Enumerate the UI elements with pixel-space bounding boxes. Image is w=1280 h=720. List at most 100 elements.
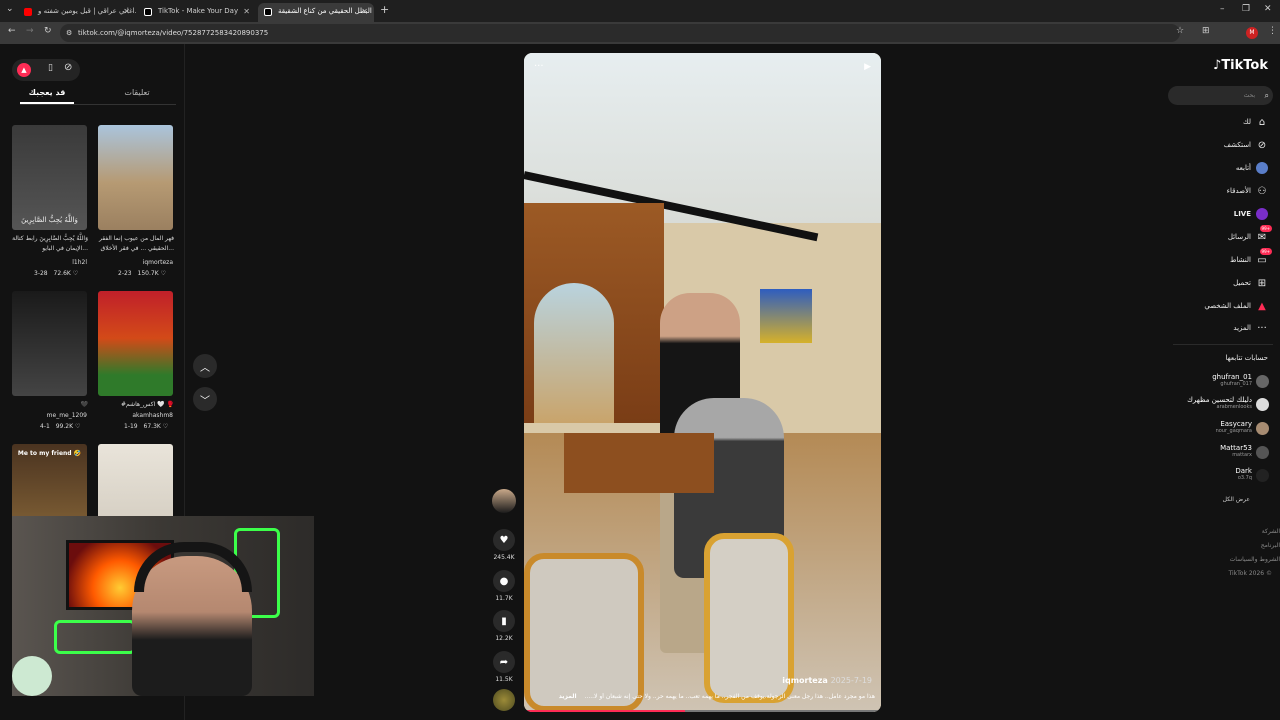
followed-account[interactable]: دليلك لتحسين مظهرك arabmenlooks bbox=[1187, 396, 1269, 411]
comment-action[interactable]: ● 11.7K bbox=[492, 570, 516, 602]
minimize-icon[interactable]: – bbox=[1220, 4, 1225, 14]
video-author[interactable]: akamhashm8 bbox=[128, 412, 173, 419]
account-handle: o3.7q bbox=[1237, 475, 1252, 481]
footer-link[interactable]: الشروط والسياسات bbox=[1230, 556, 1280, 563]
profile-avatar-icon[interactable]: M bbox=[1246, 27, 1258, 39]
nav-friends[interactable]: الأصدقاء ⚇ bbox=[1227, 185, 1268, 197]
url-text: tiktok.com/@iqmorteza/video/752877258342… bbox=[78, 29, 269, 37]
webcam-microphone bbox=[12, 656, 52, 696]
video-thumbnail[interactable]: وَاللَّهُ يُحِبُّ الصَّابِرِينَ bbox=[12, 125, 87, 230]
music-disc[interactable] bbox=[492, 689, 516, 714]
search-icon[interactable]: ⌕ bbox=[1265, 86, 1269, 105]
footer-link[interactable]: الشركة bbox=[1262, 528, 1280, 535]
avatar bbox=[1256, 398, 1269, 411]
share-count: 11.5K bbox=[495, 676, 513, 683]
search-input[interactable]: ⌕ بحث bbox=[1168, 86, 1273, 105]
caption-more-link[interactable]: المزيد bbox=[559, 693, 577, 700]
tiktok-logo[interactable]: ♪TikTok bbox=[1213, 58, 1268, 73]
previous-video-button[interactable]: ︿ bbox=[193, 354, 217, 378]
avatar bbox=[1256, 375, 1269, 388]
video-date: 2025-7-19 bbox=[830, 676, 872, 685]
top-controls: ▲ ▯ ⊘ bbox=[12, 59, 80, 81]
back-icon[interactable]: ← bbox=[8, 26, 16, 36]
restore-icon[interactable]: ❐ bbox=[1242, 4, 1250, 14]
video-player[interactable]: ··· ▶ iqmorteza 2025-7-19 هذا مو مجرد عا… bbox=[524, 53, 881, 712]
comment-icon[interactable]: ● bbox=[493, 570, 515, 592]
close-icon[interactable]: ✕ bbox=[361, 3, 368, 20]
copyright: TikTok 2026 © bbox=[1228, 570, 1273, 577]
reload-icon[interactable]: ↻ bbox=[44, 26, 52, 36]
tab-search-icon[interactable]: ⌄ bbox=[6, 4, 14, 14]
nav-label: المزيد bbox=[1233, 324, 1251, 332]
video-meta: 1-19 67.3K ♡ bbox=[124, 423, 204, 430]
nav-activity[interactable]: النشاط ▭ 99+ bbox=[1230, 248, 1272, 266]
video-author[interactable]: me_me_1209 bbox=[42, 412, 87, 419]
video-ceiling bbox=[524, 53, 881, 223]
nav-messages[interactable]: الرسائل ✉ 99+ bbox=[1228, 225, 1272, 243]
notification-badge: 99+ bbox=[1259, 225, 1272, 232]
activity-icon: ▭ 99+ bbox=[1257, 248, 1272, 266]
browser-tab-3[interactable]: البطل الحقيقي من كناع الشقيقة ✕ bbox=[258, 3, 374, 22]
account-handle: mattarx bbox=[1232, 452, 1252, 458]
video-author[interactable]: iqmorteza 2025-7-19 bbox=[782, 676, 875, 685]
video-thumbnail[interactable] bbox=[98, 125, 173, 230]
more-options-icon[interactable]: ··· bbox=[534, 61, 544, 72]
nav-live[interactable]: LIVE bbox=[1234, 208, 1268, 220]
like-action[interactable]: ♥ 245.4K bbox=[492, 529, 516, 561]
play-icon[interactable]: ▶ bbox=[864, 62, 871, 72]
tab-label: تعليقات bbox=[124, 88, 150, 97]
nav-label: لك bbox=[1242, 118, 1251, 126]
followed-account[interactable]: Easycary nour_gaqmara bbox=[1216, 420, 1269, 435]
video-author[interactable]: l1h2l bbox=[42, 259, 87, 266]
nav-explore[interactable]: استكشف ⊘ bbox=[1224, 139, 1268, 151]
thumb-overlay-text: وَاللَّهُ يُحِبُّ الصَّابِرِينَ bbox=[21, 216, 78, 224]
video-tv bbox=[760, 289, 812, 343]
new-tab-icon[interactable]: + bbox=[380, 3, 389, 16]
site-info-icon[interactable]: ⚙ bbox=[66, 24, 72, 42]
footer-link[interactable]: البرنامج bbox=[1261, 542, 1280, 549]
nav-upload[interactable]: تحميل ⊞ bbox=[1233, 277, 1268, 289]
nav-profile[interactable]: الملف الشخصي ▲ bbox=[1204, 300, 1268, 312]
close-icon[interactable]: ✕ bbox=[123, 3, 130, 20]
url-field[interactable]: ⚙ tiktok.com/@iqmorteza/video/7528772583… bbox=[60, 24, 1180, 42]
chevron-up-icon: ︿ bbox=[200, 362, 210, 374]
followed-account[interactable]: ghufran_01 ghufran_017 bbox=[1212, 373, 1269, 388]
video-caption: فهر المال من عيوب إنما الفقر الحقيقي ...… bbox=[98, 235, 174, 252]
tab-comments[interactable]: تعليقات bbox=[110, 88, 164, 97]
nav-following[interactable]: أتابعه bbox=[1236, 162, 1268, 174]
video-author[interactable]: iqmorteza bbox=[128, 259, 173, 266]
next-video-button[interactable]: ﹀ bbox=[193, 387, 217, 411]
bookmark-star-icon[interactable]: ☆ bbox=[1176, 26, 1184, 36]
menu-icon[interactable]: ⋮ bbox=[1268, 26, 1277, 36]
bookmark-action[interactable]: ▮ 12.2K bbox=[492, 610, 516, 642]
forward-icon[interactable]: → bbox=[26, 26, 34, 36]
warning-icon[interactable]: ▲ bbox=[17, 63, 31, 77]
video-meta: 2-23 150.7K ♡ bbox=[118, 270, 198, 277]
browser-tab-1[interactable]: اغاني عراقي | قبل يومين شفته و... ✕ bbox=[18, 3, 136, 22]
nav-more[interactable]: المزيد ··· bbox=[1233, 322, 1268, 334]
show-all-link[interactable]: عرض الكل bbox=[1223, 496, 1250, 503]
live-icon bbox=[1256, 208, 1268, 220]
video-thumbnail[interactable] bbox=[12, 291, 87, 396]
close-icon[interactable]: ✕ bbox=[243, 3, 250, 20]
address-bar-row: ← → ↻ ⚙ tiktok.com/@iqmorteza/video/7528… bbox=[0, 22, 1280, 44]
bookmark-icon[interactable]: ▮ bbox=[493, 610, 515, 632]
author-avatar[interactable] bbox=[492, 489, 516, 516]
share-action[interactable]: ➦ 11.5K bbox=[492, 651, 516, 683]
nav-for-you[interactable]: لك ⌂ bbox=[1243, 116, 1268, 128]
browser-tab-2[interactable]: TikTok - Make Your Day ✕ bbox=[138, 3, 256, 22]
video-thumbnail[interactable] bbox=[98, 291, 173, 396]
extensions-icon[interactable]: ⊞ bbox=[1202, 26, 1210, 36]
share-icon[interactable]: ➦ bbox=[493, 651, 515, 673]
disable-icon[interactable]: ⊘ bbox=[64, 62, 72, 73]
heart-icon[interactable]: ♥ bbox=[493, 529, 515, 551]
followed-account[interactable]: Dark o3.7q bbox=[1235, 467, 1269, 482]
followed-account[interactable]: Mattar53 mattarx bbox=[1220, 444, 1269, 459]
device-icon[interactable]: ▯ bbox=[48, 63, 53, 73]
tab-you-may-like[interactable]: قد يعجبك bbox=[20, 88, 74, 104]
tab-title: TikTok - Make Your Day bbox=[158, 7, 239, 15]
window-close-icon[interactable]: ✕ bbox=[1264, 4, 1272, 14]
nav-label: الملف الشخصي bbox=[1204, 302, 1251, 310]
video-progress-bar[interactable] bbox=[524, 710, 881, 712]
caption-text: هذا مو مجرد عامل.. هذا رجل معنى الرجولة.… bbox=[584, 693, 875, 700]
